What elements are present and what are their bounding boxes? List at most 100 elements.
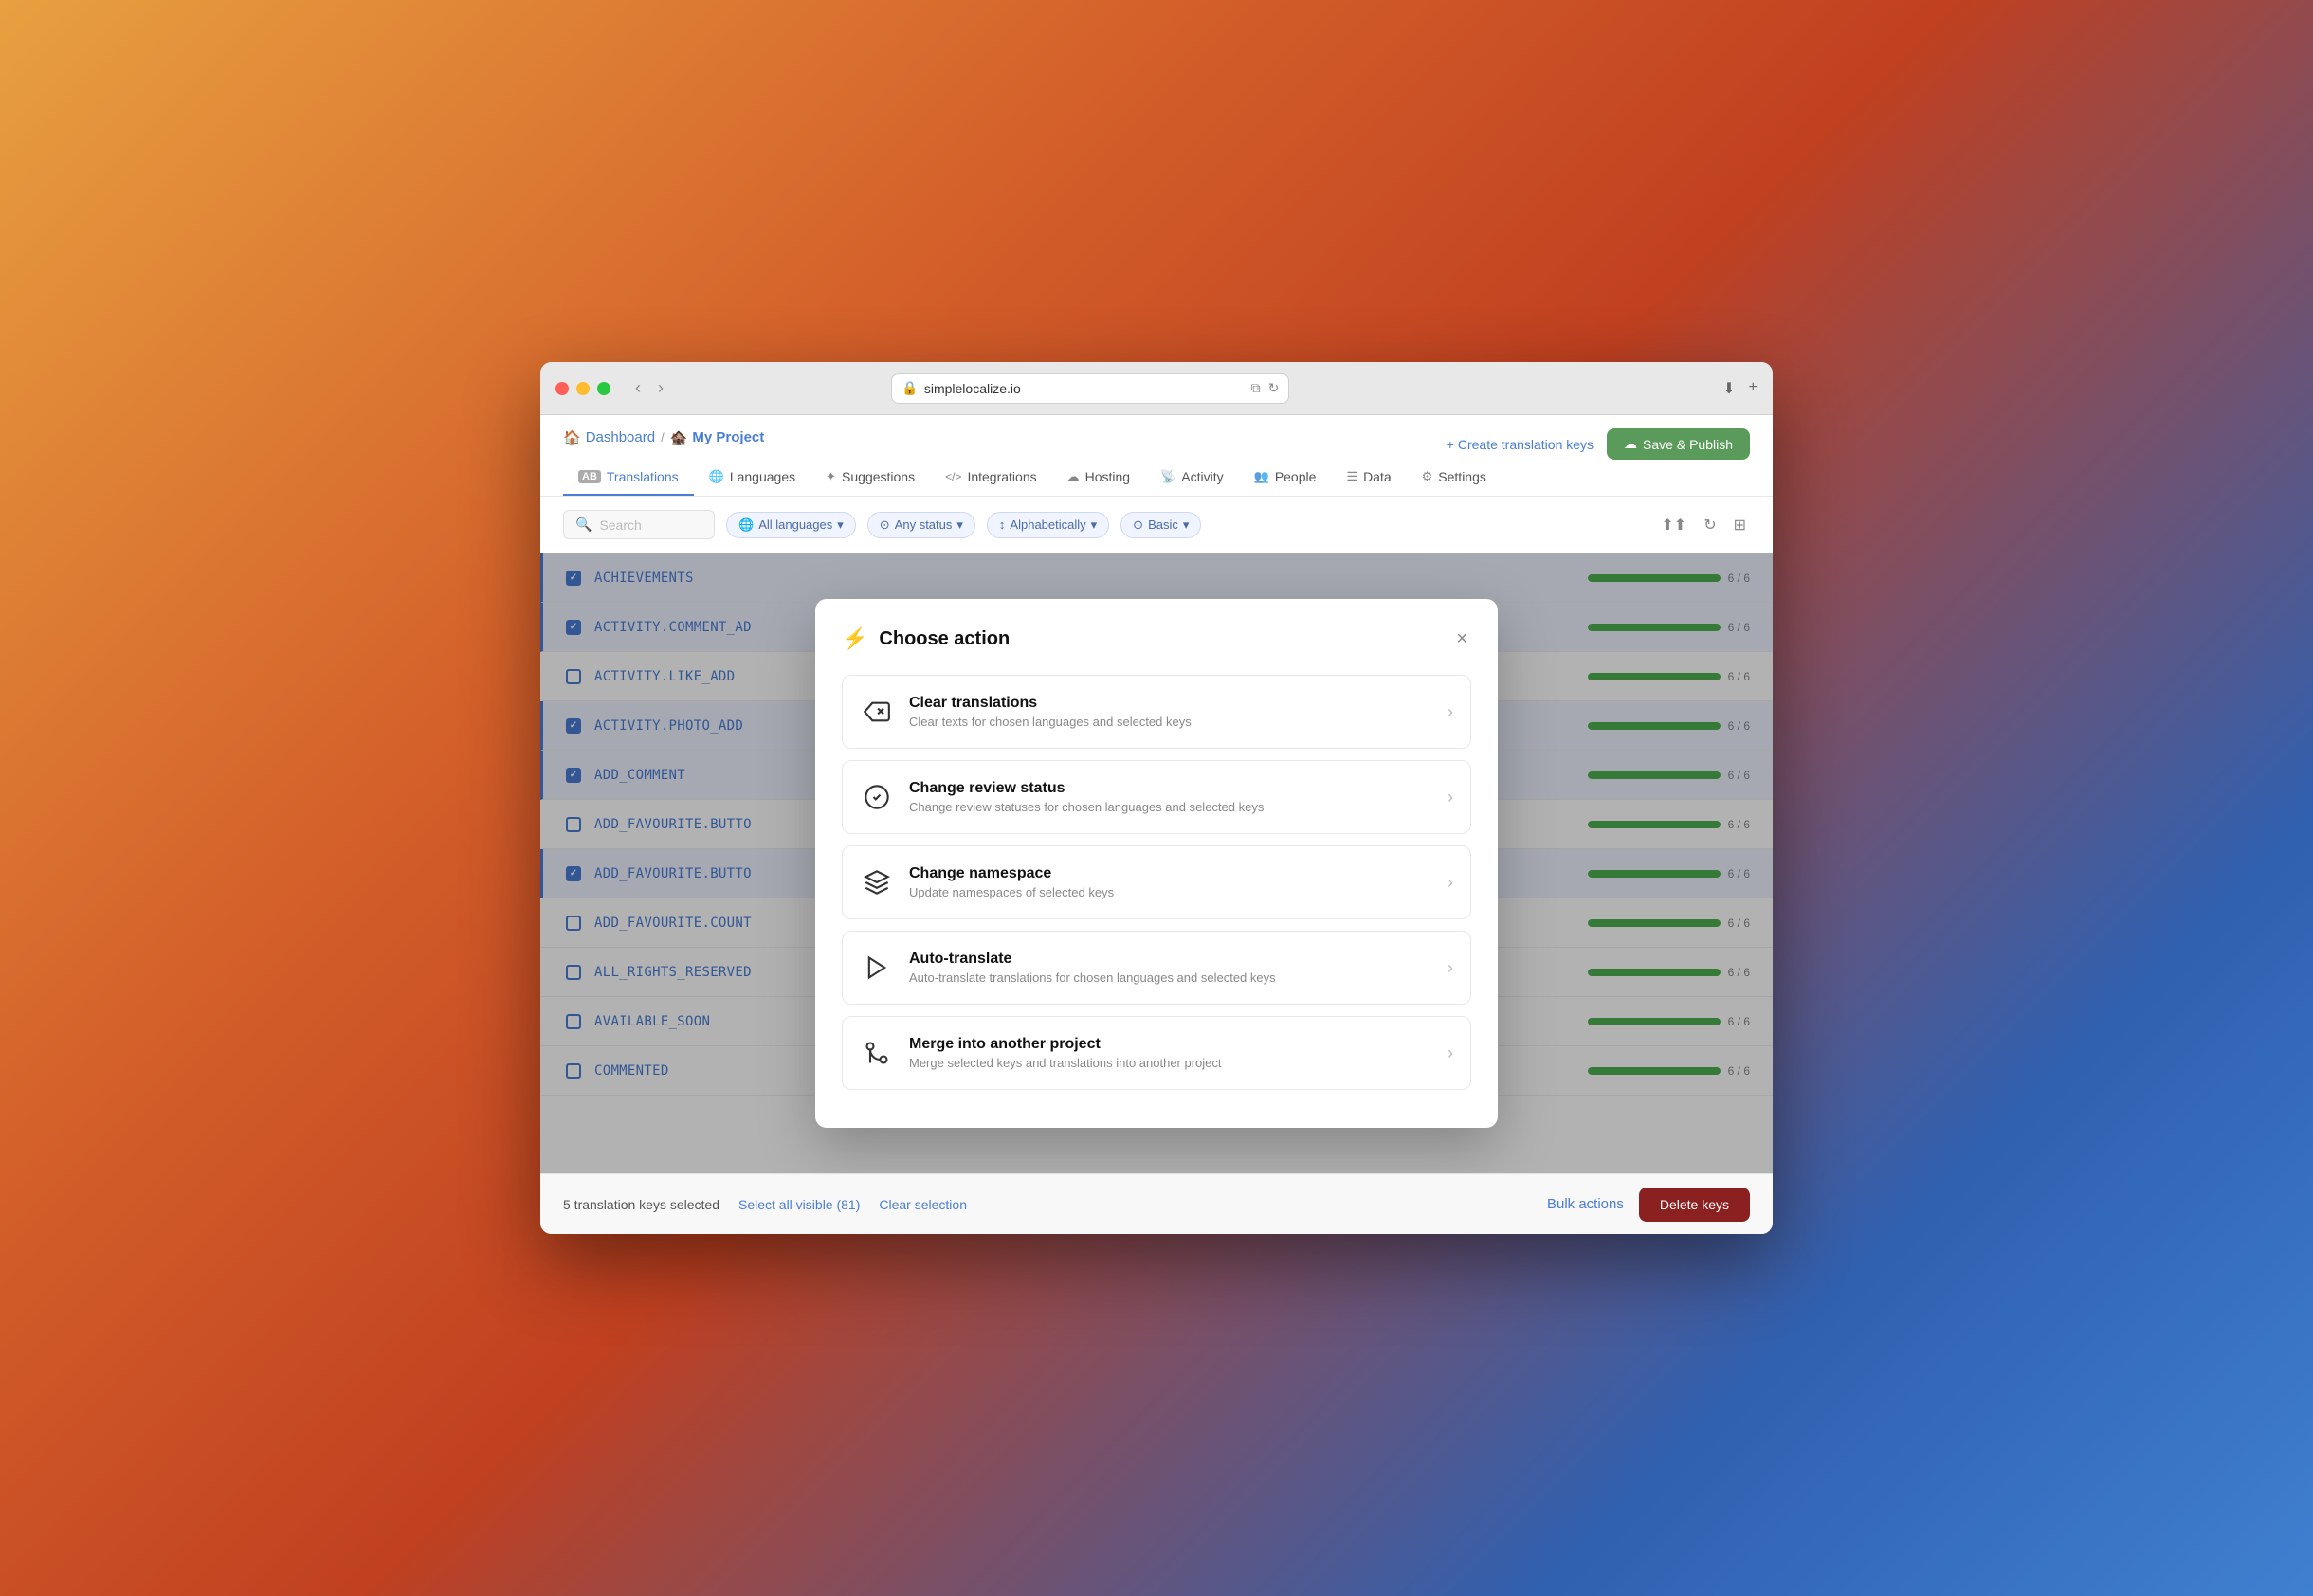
share-icon[interactable]: ⧉: [1251, 380, 1261, 396]
chevron-down-icon-2: ▾: [956, 517, 963, 533]
tab-integrations[interactable]: </> Integrations: [930, 460, 1052, 496]
action-desc: Change review statuses for chosen langua…: [909, 800, 1432, 814]
play-icon: [860, 951, 894, 985]
tab-settings[interactable]: ⚙ Settings: [1407, 460, 1502, 496]
filter-basic[interactable]: ⊙ Basic ▾: [1120, 512, 1201, 538]
backspace-icon: [860, 695, 894, 729]
arrow-icon: ›: [1448, 1043, 1453, 1063]
grid-settings-icon[interactable]: ⊞: [1730, 512, 1750, 538]
app-content: 🏠 Dashboard / 🏚️ My Project + Create tra…: [540, 415, 1773, 1234]
back-arrow[interactable]: ‹: [629, 376, 647, 400]
bottom-bar-right: Bulk actions Delete keys: [1547, 1188, 1750, 1222]
download-icon[interactable]: ⬇: [1722, 379, 1735, 398]
modal-action-clear-translations[interactable]: Clear translations Clear texts for chose…: [842, 675, 1471, 749]
people-icon: 👥: [1254, 469, 1269, 484]
data-icon: ☰: [1346, 469, 1357, 484]
save-publish-button[interactable]: ☁ Save & Publish: [1607, 428, 1750, 460]
sort-icon: ↕: [999, 517, 1006, 532]
breadcrumb: 🏠 Dashboard / 🏚️ My Project: [563, 429, 764, 446]
nav-tabs: AB Translations 🌐 Languages ✦ Suggestion…: [563, 460, 1750, 496]
browser-toolbar: ‹ › 🔒 simplelocalize.io ⧉ ↻ ⬇ +: [540, 362, 1773, 415]
status-icon: ⊙: [880, 517, 890, 533]
breadcrumb-dashboard[interactable]: 🏠 Dashboard: [563, 429, 655, 446]
action-content: Merge into another project Merge selecte…: [909, 1036, 1432, 1070]
modal-header: ⚡ Choose action ×: [842, 626, 1471, 652]
action-content: Change namespace Update namespaces of se…: [909, 865, 1432, 899]
browser-window: ‹ › 🔒 simplelocalize.io ⧉ ↻ ⬇ + 🏠 Dashbo…: [540, 362, 1773, 1234]
modal-close-button[interactable]: ×: [1452, 626, 1471, 652]
cloud-icon: ☁: [1624, 436, 1637, 452]
arrow-icon: ›: [1448, 702, 1453, 722]
arrow-icon: ›: [1448, 788, 1453, 807]
filter-any-status[interactable]: ⊙ Any status ▾: [867, 512, 975, 538]
tab-activity[interactable]: 📡 Activity: [1145, 460, 1239, 496]
tab-languages[interactable]: 🌐 Languages: [694, 460, 810, 496]
action-title: Change review status: [909, 780, 1432, 797]
action-desc: Auto-translate translations for chosen l…: [909, 970, 1432, 985]
create-translation-keys-button[interactable]: + Create translation keys: [1447, 437, 1594, 452]
action-content: Clear translations Clear texts for chose…: [909, 695, 1432, 729]
modal-action-change-namespace[interactable]: Change namespace Update namespaces of se…: [842, 845, 1471, 919]
close-traffic-light[interactable]: [555, 382, 569, 395]
filter-all-languages[interactable]: 🌐 All languages ▾: [726, 512, 856, 538]
minimize-traffic-light[interactable]: [576, 382, 590, 395]
project-name: My Project: [692, 429, 764, 445]
breadcrumb-project[interactable]: 🏚️ My Project: [670, 429, 765, 446]
action-desc: Clear texts for chosen languages and sel…: [909, 715, 1432, 729]
modal-title: Choose action: [879, 628, 1010, 650]
tab-suggestions[interactable]: ✦ Suggestions: [810, 460, 930, 496]
chevron-down-icon-4: ▾: [1183, 517, 1190, 533]
collapse-icon[interactable]: ⬆⬆: [1657, 512, 1690, 538]
globe-icon: 🌐: [738, 517, 754, 533]
filter-bar: 🔍 Search 🌐 All languages ▾ ⊙ Any status …: [540, 497, 1773, 553]
tab-translations[interactable]: AB Translations: [563, 460, 694, 496]
bottom-bar: 5 translation keys selected Select all v…: [540, 1173, 1773, 1234]
browser-nav-arrows: ‹ ›: [629, 376, 669, 400]
layers-icon: [860, 865, 894, 899]
new-tab-icon[interactable]: +: [1749, 379, 1758, 398]
languages-icon: 🌐: [709, 469, 724, 484]
tab-hosting[interactable]: ☁ Hosting: [1052, 460, 1145, 496]
action-title: Clear translations: [909, 695, 1432, 712]
home-icon: 🏠: [563, 429, 581, 446]
modal-action-merge-project[interactable]: Merge into another project Merge selecte…: [842, 1016, 1471, 1090]
modal-overlay[interactable]: ⚡ Choose action ×: [540, 553, 1773, 1173]
select-all-visible-button[interactable]: Select all visible (81): [738, 1197, 860, 1212]
header-actions: + Create translation keys ☁ Save & Publi…: [1447, 428, 1750, 460]
delete-keys-button[interactable]: Delete keys: [1639, 1188, 1750, 1222]
tab-people[interactable]: 👥 People: [1239, 460, 1332, 496]
modal-action-change-review-status[interactable]: Change review status Change review statu…: [842, 760, 1471, 834]
merge-icon: [860, 1036, 894, 1070]
traffic-lights: [555, 382, 610, 395]
filter-icon: ⊙: [1133, 517, 1143, 533]
hosting-icon: ☁: [1067, 469, 1080, 484]
action-desc: Update namespaces of selected keys: [909, 885, 1432, 899]
arrow-icon: ›: [1448, 958, 1453, 978]
translations-icon: AB: [578, 470, 601, 483]
modal-action-auto-translate[interactable]: Auto-translate Auto-translate translatio…: [842, 931, 1471, 1005]
action-desc: Merge selected keys and translations int…: [909, 1056, 1432, 1070]
selection-status: 5 translation keys selected: [563, 1197, 719, 1212]
search-icon: 🔍: [575, 517, 592, 533]
browser-right-controls: ⬇ +: [1722, 379, 1758, 398]
action-content: Auto-translate Auto-translate translatio…: [909, 951, 1432, 985]
tab-data[interactable]: ☰ Data: [1331, 460, 1406, 496]
forward-arrow[interactable]: ›: [652, 376, 669, 400]
main-area: 🔍 Search 🌐 All languages ▾ ⊙ Any status …: [540, 497, 1773, 1234]
reload-icon[interactable]: ↻: [1268, 380, 1280, 396]
integrations-icon: </>: [945, 470, 961, 483]
refresh-icon[interactable]: ↻: [1700, 512, 1720, 538]
arrow-icon: ›: [1448, 873, 1453, 893]
maximize-traffic-light[interactable]: [597, 382, 610, 395]
lock-icon: 🔒: [902, 380, 918, 396]
bulk-actions-button[interactable]: Bulk actions: [1547, 1196, 1624, 1212]
search-box[interactable]: 🔍 Search: [563, 510, 715, 539]
clear-selection-button[interactable]: Clear selection: [879, 1197, 967, 1212]
table-area: ✓ ACHIEVEMENTS 6 / 6 ✓ ACTIVITY.COMMENT_…: [540, 553, 1773, 1173]
project-emoji: 🏚️: [670, 429, 688, 446]
action-title: Change namespace: [909, 865, 1432, 882]
address-bar[interactable]: 🔒 simplelocalize.io ⧉ ↻: [891, 373, 1289, 404]
activity-icon: 📡: [1160, 469, 1175, 484]
filter-alphabetically[interactable]: ↕ Alphabetically ▾: [987, 512, 1109, 538]
suggestions-icon: ✦: [826, 469, 836, 484]
